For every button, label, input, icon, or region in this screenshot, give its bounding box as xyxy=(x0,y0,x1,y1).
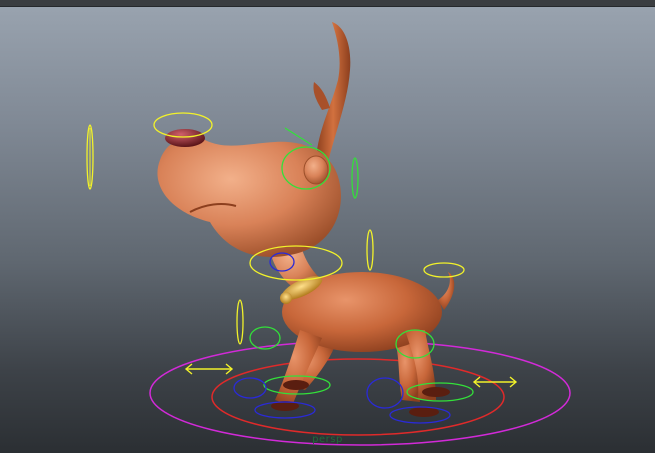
scene-canvas[interactable] xyxy=(0,0,655,453)
maya-viewport[interactable]: persp xyxy=(0,0,655,453)
reindeer-head xyxy=(157,137,341,257)
shoulder-control[interactable] xyxy=(249,326,281,350)
tail-control[interactable] xyxy=(423,262,465,278)
move-arrows-icon[interactable] xyxy=(184,363,234,375)
hoof-back-far xyxy=(422,387,450,397)
red-nose xyxy=(165,129,205,147)
spine-control[interactable] xyxy=(366,229,374,271)
collar-bell xyxy=(280,292,292,304)
ear xyxy=(303,155,329,185)
move-arrows-icon[interactable] xyxy=(472,376,518,388)
camera-label: persp xyxy=(312,434,343,445)
hoof-front-far xyxy=(283,380,309,390)
chest-control[interactable] xyxy=(236,299,244,345)
back-foot-control-blue[interactable] xyxy=(366,377,404,409)
head-aim-control-right[interactable] xyxy=(351,157,359,199)
front-foot-control-blue[interactable] xyxy=(233,377,267,399)
antler-branch xyxy=(313,82,330,110)
